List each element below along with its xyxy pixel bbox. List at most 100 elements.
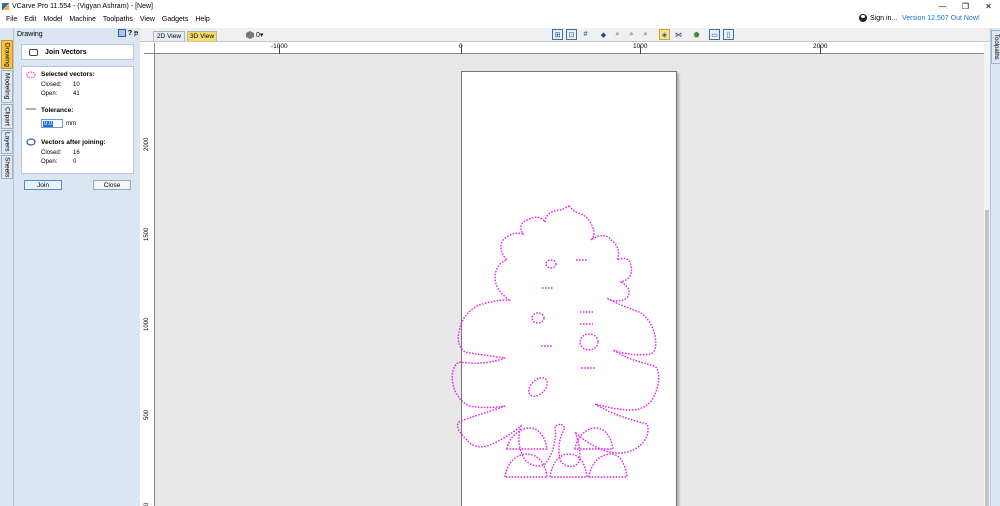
scrollbar-thumb[interactable] bbox=[985, 210, 989, 506]
view-toolbar: 2D View 3D View bbox=[140, 28, 990, 42]
zoom-out-icon[interactable]: ⌕ bbox=[640, 29, 651, 40]
menu-gadgets[interactable]: Gadgets bbox=[158, 16, 191, 23]
ruler-left: 2000 1500 1000 500 0 bbox=[144, 54, 155, 506]
menu-model[interactable]: Model bbox=[40, 16, 66, 23]
ruler-tick bbox=[279, 45, 280, 54]
tolerance-input[interactable]: 0.0 bbox=[41, 119, 63, 128]
tab-sheets[interactable]: Sheets bbox=[1, 155, 13, 179]
tab-toolpaths[interactable]: Toolpaths bbox=[991, 30, 1000, 64]
window-title: VCarve Pro 11.554 - (Vigyan Ashram) - [N… bbox=[12, 2, 153, 10]
tab-modeling[interactable]: Modeling bbox=[1, 70, 13, 103]
model-view-dropdown[interactable]: 0▾ bbox=[246, 31, 263, 39]
help-icon[interactable]: ? bbox=[128, 30, 132, 37]
tab-drawing-label: Drawing bbox=[3, 42, 11, 67]
menu-help[interactable]: Help bbox=[192, 16, 213, 23]
menu-file[interactable]: File bbox=[0, 16, 21, 23]
version-link[interactable]: Version 12.507 Out Now! bbox=[902, 15, 980, 22]
selected-vector-paths bbox=[451, 205, 660, 478]
layers-view-icon[interactable]: ⋈ bbox=[673, 29, 684, 40]
snap-grid-icon[interactable]: ⊡ bbox=[566, 29, 577, 40]
rulers-icon[interactable]: ⊞ bbox=[552, 29, 563, 40]
window-controls: — ❐ ✕ bbox=[931, 0, 1000, 12]
join-vectors-icon bbox=[29, 48, 38, 56]
vectors-after-icon bbox=[26, 138, 36, 146]
cube-icon bbox=[246, 31, 254, 39]
ruler-left-label: 0 bbox=[144, 502, 150, 506]
after-open-label: Open: bbox=[41, 159, 58, 165]
ruler-corner bbox=[144, 43, 155, 54]
after-open-value: 0 bbox=[73, 159, 77, 165]
menu-view[interactable]: View bbox=[136, 16, 158, 23]
tab-drawing[interactable]: Drawing bbox=[1, 40, 13, 69]
user-icon bbox=[859, 14, 867, 22]
model-view-label: 0▾ bbox=[256, 32, 264, 39]
grid-icon[interactable]: # bbox=[580, 29, 591, 40]
minimize-button[interactable]: — bbox=[931, 0, 954, 12]
form-title-bar: Join Vectors bbox=[21, 44, 134, 60]
selected-vectors-icon bbox=[26, 71, 36, 79]
show-vectors-icon[interactable]: ◈ bbox=[659, 29, 670, 40]
drawing-panel: Drawing ? ᵽ Join Vectors Selected vector… bbox=[14, 28, 140, 506]
selected-open-value: 41 bbox=[73, 91, 80, 97]
panel-header: Drawing ? ᵽ bbox=[14, 28, 140, 40]
app-window: VCarve Pro 11.554 - (Vigyan Ashram) - [N… bbox=[0, 0, 1000, 506]
close-button[interactable]: Close bbox=[93, 180, 131, 190]
ruler-left-label: 1000 bbox=[144, 317, 150, 331]
right-tab-strip: Toolpaths bbox=[990, 28, 1000, 506]
vcarve-logo-icon bbox=[2, 2, 9, 10]
tab-toolpaths-label: Toolpaths bbox=[993, 34, 999, 60]
tab-layers[interactable]: Layers bbox=[1, 130, 13, 154]
tab-layers-label: Layers bbox=[3, 132, 11, 152]
tab-2d-view[interactable]: 2D View bbox=[153, 31, 185, 41]
vertical-scrollbar[interactable] bbox=[984, 44, 990, 506]
ruler-top: -1000 0 1000 2000 bbox=[155, 43, 984, 54]
after-closed-value: 16 bbox=[73, 150, 80, 156]
vectors-after-title: Vectors after joining: bbox=[41, 139, 106, 146]
split-horizontal-icon[interactable]: ▭ bbox=[709, 29, 720, 40]
ruler-tick bbox=[640, 45, 641, 54]
tab-3d-view[interactable]: 3D View bbox=[187, 31, 217, 41]
tolerance-title: Tolerance: bbox=[41, 107, 74, 114]
join-vectors-form: Selected vectors: Closed: 10 Open: 41 To… bbox=[21, 66, 134, 174]
ruler-tick bbox=[820, 45, 821, 54]
restore-button[interactable]: ❐ bbox=[954, 0, 977, 12]
selected-closed-value: 10 bbox=[73, 82, 80, 88]
tolerance-icon bbox=[26, 108, 36, 110]
pin-icon[interactable]: ᵽ bbox=[134, 30, 138, 37]
leaf-vectors[interactable] bbox=[155, 54, 984, 506]
ruler-tick bbox=[461, 45, 462, 54]
tolerance-unit: mm bbox=[66, 121, 76, 127]
selected-open-label: Open: bbox=[41, 91, 58, 97]
tab-modeling-label: Modeling bbox=[3, 73, 11, 100]
zoom-in-icon[interactable]: ⌕ bbox=[612, 29, 623, 40]
ruler-left-label: 500 bbox=[144, 409, 150, 420]
ruler-left-label: 2000 bbox=[144, 137, 150, 151]
menu-edit[interactable]: Edit bbox=[21, 16, 40, 23]
shield-icon[interactable]: ⬟ bbox=[691, 29, 702, 40]
title-bar: VCarve Pro 11.554 - (Vigyan Ashram) - [N… bbox=[0, 0, 1000, 12]
panel-title: Drawing bbox=[17, 30, 43, 38]
form-title: Join Vectors bbox=[45, 48, 87, 56]
sign-in-label: Sign in... bbox=[870, 14, 898, 22]
left-tab-strip: Drawing Modeling Clipart Layers Sheets bbox=[0, 28, 14, 506]
tolerance-value: 0.0 bbox=[43, 120, 54, 127]
tab-clipart-label: Clipart bbox=[3, 107, 11, 126]
menu-machine[interactable]: Machine bbox=[66, 16, 99, 23]
close-window-button[interactable]: ✕ bbox=[977, 0, 1000, 12]
split-vertical-icon[interactable]: ▯ bbox=[723, 29, 734, 40]
tab-sheets-label: Sheets bbox=[3, 156, 11, 178]
menu-toolpaths[interactable]: Toolpaths bbox=[99, 16, 136, 23]
ruler-left-label: 1500 bbox=[144, 227, 150, 241]
after-closed-label: Closed: bbox=[41, 150, 62, 156]
drawing-canvas[interactable] bbox=[155, 54, 984, 506]
selected-closed-label: Closed: bbox=[41, 82, 62, 88]
menu-bar: File Edit Model Machine Toolpaths View G… bbox=[0, 13, 1000, 26]
sign-in-link[interactable]: Sign in... bbox=[859, 14, 897, 22]
tab-clipart[interactable]: Clipart bbox=[1, 104, 13, 129]
zoom-box-icon[interactable]: ⌕ bbox=[626, 29, 637, 40]
selected-vectors-title: Selected vectors: bbox=[41, 71, 95, 78]
join-button[interactable]: Join bbox=[24, 180, 62, 190]
panel-controls: ? ᵽ bbox=[117, 29, 138, 37]
panel-window-icon[interactable] bbox=[117, 29, 126, 37]
zoom-extents-icon[interactable]: ◆ bbox=[598, 29, 609, 40]
